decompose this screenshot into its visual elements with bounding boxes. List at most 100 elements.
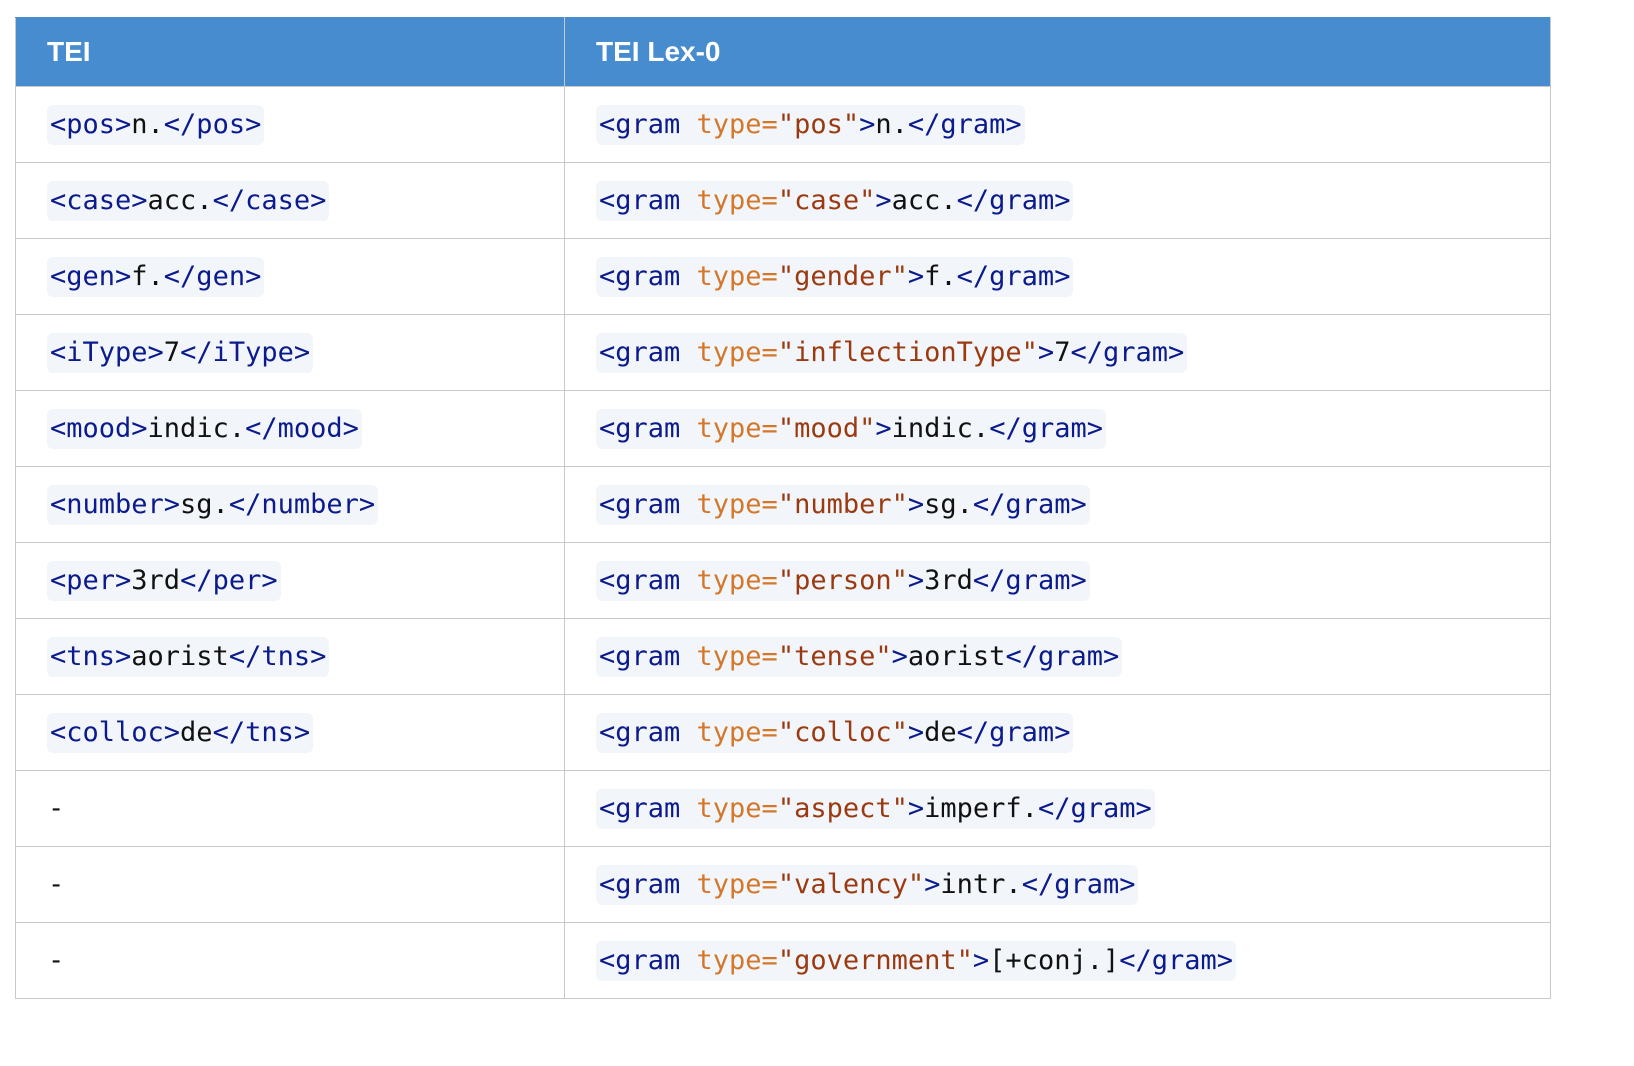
lex0-attribute-value: "gender" xyxy=(777,260,908,292)
lex0-code-snippet: <gram type="colloc">de</gram> xyxy=(596,712,1074,753)
table-row: <mood>indic.</mood> <gram type="mood">ind… xyxy=(15,390,1551,467)
table-header-row: TEI TEI Lex-0 xyxy=(15,17,1551,87)
lex0-attribute-value: "colloc" xyxy=(777,716,908,748)
table-row: <gen>f.</gen> <gram type="gender">f.</gra… xyxy=(15,238,1551,315)
tei-close-tag: </mood> xyxy=(245,412,359,444)
table-row: <tns>aorist</tns> <gram type="tense">aori… xyxy=(15,618,1551,695)
tei-tag-content: aorist xyxy=(131,640,229,672)
lex0-attribute-name: type= xyxy=(680,412,778,444)
tei-open-tag: <gen> xyxy=(50,260,132,292)
tei-lex0-cell: <gram type="colloc">de</gram> xyxy=(564,694,1551,771)
table-body: <pos>n.</pos> <gram type="pos">n.</gram> <… xyxy=(15,86,1551,999)
lex0-open-tag: <gram xyxy=(599,792,681,824)
lex0-tag-bracket: > xyxy=(891,640,908,672)
tei-code-snippet: <pos>n.</pos> xyxy=(47,104,265,145)
lex0-code-snippet: <gram type="pos">n.</gram> xyxy=(596,104,1025,145)
comparison-table-container: TEI TEI Lex-0 <pos>n.</pos> <gram type="p… xyxy=(15,17,1551,999)
column-header-tei-lex0: TEI Lex-0 xyxy=(564,17,1551,87)
lex0-close-tag: </gram> xyxy=(1005,640,1120,672)
empty-dash: - xyxy=(48,945,65,976)
tei-cell: <pos>n.</pos> xyxy=(15,86,565,163)
tei-comparison-table: TEI TEI Lex-0 <pos>n.</pos> <gram type="p… xyxy=(15,17,1551,999)
lex0-code-snippet: <gram type="case">acc.</gram> xyxy=(596,180,1074,221)
lex0-tag-bracket: > xyxy=(972,944,990,976)
tei-lex0-cell: <gram type="person">3rd</gram> xyxy=(564,542,1551,619)
tei-cell: <gen>f.</gen> xyxy=(15,238,565,315)
tei-tag-content: 7 xyxy=(163,336,181,368)
column-header-tei: TEI xyxy=(15,17,565,87)
tei-open-tag: <iType> xyxy=(50,336,164,368)
tei-code-snippet: <case>acc.</case> xyxy=(47,180,330,221)
lex0-open-tag: <gram xyxy=(599,108,681,140)
empty-dash: - xyxy=(48,869,65,900)
table-row: <case>acc.</case> <gram type="case">acc.<… xyxy=(15,162,1551,239)
lex0-code-snippet: <gram type="number">sg.</gram> xyxy=(596,484,1090,525)
tei-lex0-cell: <gram type="inflectionType">7</gram> xyxy=(564,314,1551,391)
empty-dash: - xyxy=(48,793,65,824)
lex0-attribute-name: type= xyxy=(680,792,778,824)
lex0-attribute-name: type= xyxy=(680,488,778,520)
tei-lex0-cell: <gram type="valency">intr.</gram> xyxy=(564,846,1551,923)
lex0-close-tag: </gram> xyxy=(1119,944,1234,976)
table-row: - <gram type="valency">intr.</gram> xyxy=(15,846,1551,923)
tei-cell: <mood>indic.</mood> xyxy=(15,390,565,467)
lex0-open-tag: <gram xyxy=(599,184,681,216)
tei-tag-content: n. xyxy=(131,108,164,140)
lex0-tag-bracket: > xyxy=(907,716,925,748)
lex0-code-snippet: <gram type="aspect">imperf.</gram> xyxy=(596,788,1155,829)
lex0-tag-bracket: > xyxy=(924,868,941,900)
lex0-open-tag: <gram xyxy=(599,640,681,672)
tei-cell: <case>acc.</case> xyxy=(15,162,565,239)
table-row: <iType>7</iType> <gram type="inflectionTy… xyxy=(15,314,1551,391)
tei-tag-content: indic. xyxy=(147,412,246,444)
tei-code-snippet: <mood>indic.</mood> xyxy=(47,408,362,449)
tei-lex0-cell: <gram type="aspect">imperf.</gram> xyxy=(564,770,1551,847)
tei-cell: - xyxy=(15,770,565,847)
lex0-code-snippet: <gram type="gender">f.</gram> xyxy=(596,256,1074,297)
table-row: <number>sg.</number> <gram type="number">… xyxy=(15,466,1551,543)
tei-code-snippet: <iType>7</iType> xyxy=(47,332,314,373)
tei-open-tag: <tns> xyxy=(50,640,132,672)
lex0-close-tag: </gram> xyxy=(1037,792,1152,824)
tei-lex0-cell: <gram type="pos">n.</gram> xyxy=(564,86,1551,163)
tei-code-snippet: <number>sg.</number> xyxy=(47,484,379,525)
lex0-code-snippet: <gram type="inflectionType">7</gram> xyxy=(596,332,1188,373)
lex0-attribute-name: type= xyxy=(680,944,778,976)
lex0-attribute-value: "number" xyxy=(777,488,908,520)
lex0-tag-content: [+conj.] xyxy=(989,944,1120,976)
lex0-open-tag: <gram xyxy=(599,564,681,596)
tei-cell: <iType>7</iType> xyxy=(15,314,565,391)
table-row: <pos>n.</pos> <gram type="pos">n.</gram> xyxy=(15,86,1551,163)
lex0-close-tag: </gram> xyxy=(907,108,1022,140)
lex0-attribute-name: type= xyxy=(680,184,778,216)
lex0-open-tag: <gram xyxy=(599,868,681,900)
lex0-open-tag: <gram xyxy=(599,412,681,444)
lex0-attribute-name: type= xyxy=(680,716,778,748)
lex0-attribute-value: "person" xyxy=(777,564,908,596)
lex0-tag-content: acc. xyxy=(891,184,957,216)
lex0-open-tag: <gram xyxy=(599,488,681,520)
lex0-tag-content: n. xyxy=(875,108,908,140)
lex0-attribute-value: "inflectionType" xyxy=(777,336,1038,368)
tei-open-tag: <mood> xyxy=(50,412,148,444)
lex0-attribute-value: "government" xyxy=(777,944,973,976)
lex0-code-snippet: <gram type="valency">intr.</gram> xyxy=(596,864,1139,905)
tei-tag-content: f. xyxy=(131,260,164,292)
table-row: - <gram type="aspect">imperf.</gram> xyxy=(15,770,1551,847)
lex0-attribute-name: type= xyxy=(680,868,778,900)
lex0-attribute-value: "case" xyxy=(777,184,876,216)
tei-code-snippet: <per>3rd</per> xyxy=(47,560,281,601)
lex0-open-tag: <gram xyxy=(599,944,681,976)
lex0-attribute-name: type= xyxy=(680,336,778,368)
tei-open-tag: <per> xyxy=(50,564,132,596)
tei-close-tag: </iType> xyxy=(180,336,311,368)
tei-tag-content: acc. xyxy=(147,184,213,216)
tei-lex0-cell: <gram type="case">acc.</gram> xyxy=(564,162,1551,239)
lex0-open-tag: <gram xyxy=(599,716,681,748)
lex0-tag-content: indic. xyxy=(891,412,990,444)
lex0-tag-bracket: > xyxy=(907,260,925,292)
lex0-tag-content: de xyxy=(924,716,957,748)
lex0-tag-bracket: > xyxy=(859,108,876,140)
lex0-tag-content: f. xyxy=(924,260,957,292)
tei-open-tag: <case> xyxy=(50,184,148,216)
